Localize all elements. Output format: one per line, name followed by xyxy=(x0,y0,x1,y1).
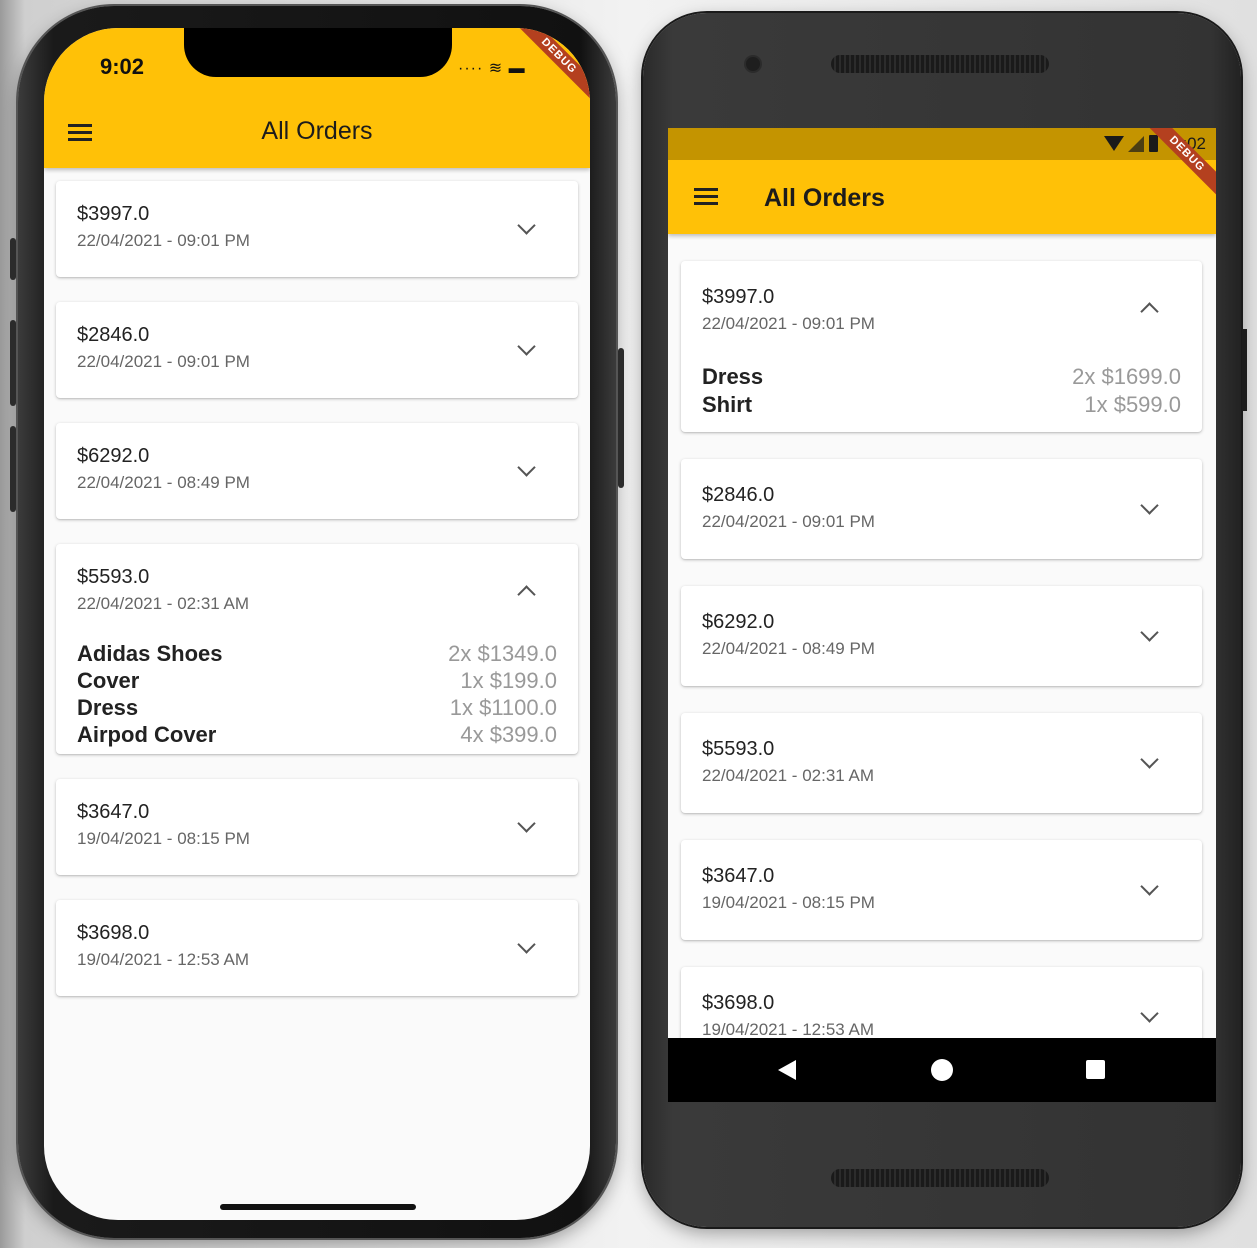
order-amount: $6292.0 xyxy=(702,611,775,633)
order-date: 22/04/2021 - 08:49 PM xyxy=(702,639,875,658)
order-item-name: Cover xyxy=(77,668,140,693)
order-card[interactable]: $5593.0 22/04/2021 - 02:31 AM Adidas Shoes… xyxy=(56,544,578,754)
order-card[interactable]: $3698.0 19/04/2021 - 12:53 AM xyxy=(56,900,578,996)
iphone-mute-switch xyxy=(10,238,16,280)
order-amount: $3698.0 xyxy=(77,922,150,944)
order-amount: $3698.0 xyxy=(702,992,775,1014)
order-card[interactable]: $3997.0 22/04/2021 - 09:01 PM Dress 2x $169… xyxy=(681,261,1202,432)
order-amount: $6292.0 xyxy=(77,445,150,467)
home-indicator[interactable] xyxy=(220,1204,416,1210)
order-amount: $3997.0 xyxy=(702,286,775,308)
battery-icon xyxy=(1149,135,1158,152)
order-amount: $2846.0 xyxy=(77,324,150,346)
iphone-screen: 9:02 ···· ≋ ▬ All Orders DEBUG $3997.0 22… xyxy=(44,28,590,1220)
notch xyxy=(184,28,452,77)
order-amount: $3647.0 xyxy=(702,865,775,887)
front-camera xyxy=(746,57,760,71)
page-title: All Orders xyxy=(764,184,885,212)
order-item-qty-price: 1x $199.0 xyxy=(460,668,557,693)
order-card[interactable]: $3997.0 22/04/2021 - 09:01 PM xyxy=(56,181,578,277)
chevron-down-icon[interactable] xyxy=(1140,623,1159,642)
chevron-down-icon[interactable] xyxy=(1140,496,1159,515)
chevron-down-icon[interactable] xyxy=(517,337,536,356)
iphone-volume-up xyxy=(10,320,16,406)
order-date: 22/04/2021 - 08:49 PM xyxy=(77,473,250,492)
order-card[interactable]: $3647.0 19/04/2021 - 08:15 PM xyxy=(681,840,1202,940)
status-icons: ···· ≋ ▬ xyxy=(458,60,526,77)
order-date: 19/04/2021 - 12:53 AM xyxy=(702,1020,875,1039)
order-card[interactable]: $2846.0 22/04/2021 - 09:01 PM xyxy=(681,459,1202,559)
app-bar: All Orders xyxy=(668,160,1216,234)
order-date: 19/04/2021 - 08:15 PM xyxy=(77,829,250,848)
android-device: 9:02 All Orders DEBUG $3997.0 22/04/2021 … xyxy=(643,13,1247,1227)
page-title: All Orders xyxy=(261,117,373,145)
home-icon[interactable] xyxy=(931,1059,953,1081)
order-date: 22/04/2021 - 09:01 PM xyxy=(702,512,875,531)
order-item-name: Shirt xyxy=(702,392,753,417)
chevron-down-icon[interactable] xyxy=(517,458,536,477)
iphone-side-button xyxy=(618,348,624,488)
order-amount: $2846.0 xyxy=(702,484,775,506)
order-item-name: Adidas Shoes xyxy=(77,641,223,666)
android-screen: 9:02 All Orders DEBUG $3997.0 22/04/2021 … xyxy=(668,128,1216,1102)
chevron-up-icon[interactable] xyxy=(1140,302,1159,321)
order-date: 19/04/2021 - 08:15 PM xyxy=(702,893,875,912)
order-item-qty-price: 2x $1699.0 xyxy=(1072,364,1181,389)
recents-icon[interactable] xyxy=(1086,1060,1105,1079)
chevron-down-icon[interactable] xyxy=(1140,877,1159,896)
chevron-down-icon[interactable] xyxy=(517,216,536,235)
chevron-down-icon[interactable] xyxy=(1140,1004,1159,1023)
order-card[interactable]: $2846.0 22/04/2021 - 09:01 PM xyxy=(56,302,578,398)
order-amount: $5593.0 xyxy=(702,738,775,760)
order-item-qty-price: 1x $599.0 xyxy=(1084,392,1181,417)
navigation-bar xyxy=(668,1038,1216,1102)
status-time: 9:02 xyxy=(100,54,145,79)
order-date: 22/04/2021 - 02:31 AM xyxy=(77,594,250,613)
order-item-qty-price: 2x $1349.0 xyxy=(448,641,557,666)
order-date: 22/04/2021 - 09:01 PM xyxy=(77,231,250,250)
order-item-qty-price: 4x $399.0 xyxy=(460,722,557,747)
menu-icon[interactable] xyxy=(694,188,718,206)
app-bar: 9:02 ···· ≋ ▬ All Orders DEBUG xyxy=(44,28,590,168)
order-card[interactable]: $6292.0 22/04/2021 - 08:49 PM xyxy=(56,423,578,519)
order-item-name: Airpod Cover xyxy=(77,722,217,747)
order-card[interactable]: $6292.0 22/04/2021 - 08:49 PM xyxy=(681,586,1202,686)
order-amount: $3997.0 xyxy=(77,203,150,225)
order-date: 22/04/2021 - 02:31 AM xyxy=(702,766,875,785)
signal-icon xyxy=(1128,136,1144,152)
bottom-speaker xyxy=(831,1169,1049,1187)
order-amount: $3647.0 xyxy=(77,801,150,823)
iphone-volume-down xyxy=(10,426,16,512)
wifi-icon xyxy=(1104,136,1124,151)
back-icon[interactable] xyxy=(778,1060,796,1080)
status-bar: 9:02 xyxy=(668,128,1216,160)
android-power-button xyxy=(1242,329,1247,411)
chevron-up-icon[interactable] xyxy=(517,585,536,604)
order-date: 19/04/2021 - 12:53 AM xyxy=(77,950,250,969)
chevron-down-icon[interactable] xyxy=(517,814,536,833)
iphone-device: 9:02 ···· ≋ ▬ All Orders DEBUG $3997.0 22… xyxy=(10,6,624,1238)
order-card[interactable]: $3647.0 19/04/2021 - 08:15 PM xyxy=(56,779,578,875)
order-item-name: Dress xyxy=(77,695,139,720)
order-item-qty-price: 1x $1100.0 xyxy=(449,695,557,720)
order-amount: $5593.0 xyxy=(77,566,150,588)
order-item-name: Dress xyxy=(702,364,764,389)
order-date: 22/04/2021 - 09:01 PM xyxy=(77,352,250,371)
chevron-down-icon[interactable] xyxy=(517,935,536,954)
chevron-down-icon[interactable] xyxy=(1140,750,1159,769)
order-date: 22/04/2021 - 09:01 PM xyxy=(702,314,875,333)
order-card[interactable]: $5593.0 22/04/2021 - 02:31 AM xyxy=(681,713,1202,813)
debug-banner: DEBUG xyxy=(514,28,590,101)
top-speaker xyxy=(831,55,1049,73)
